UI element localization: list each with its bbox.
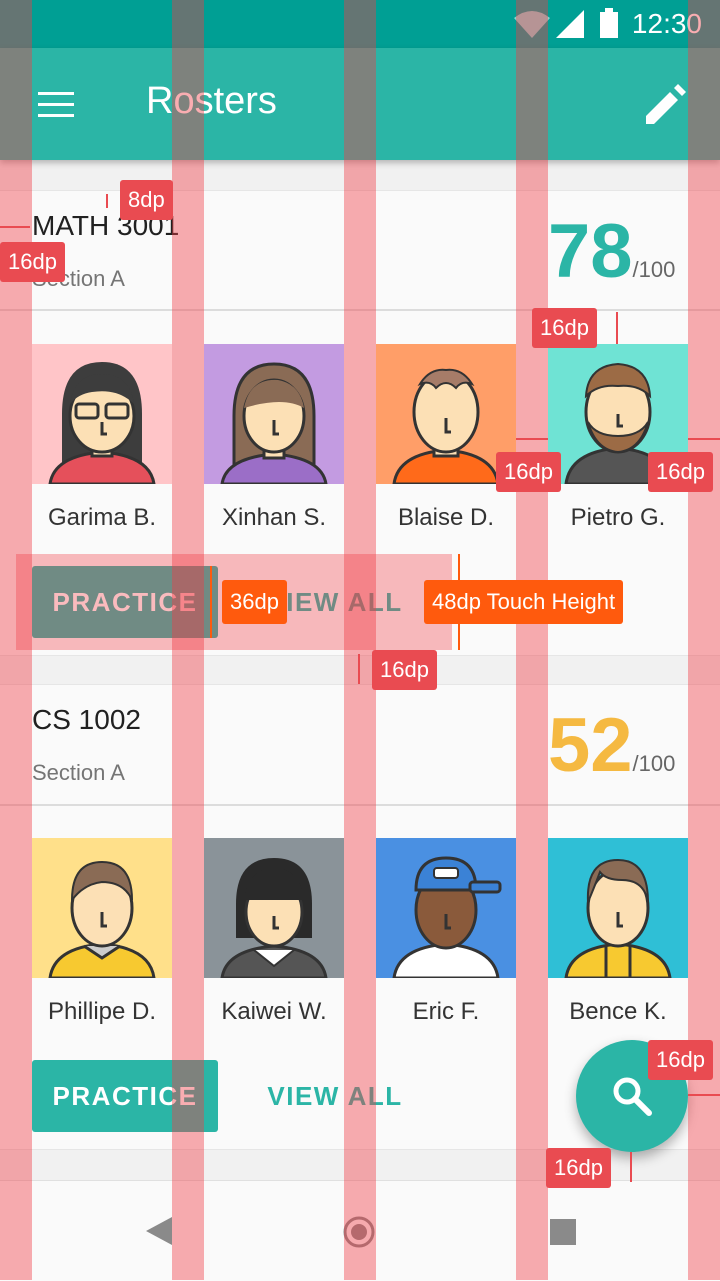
measure-line	[106, 194, 108, 208]
student-name: Kaiwei W.	[221, 998, 327, 1025]
measure-line	[688, 1094, 720, 1096]
avatar-man-icon	[48, 860, 156, 978]
avatar-cap-man-icon	[392, 856, 502, 978]
score-display: 52/100	[548, 702, 675, 789]
view-all-button[interactable]: VIEW ALL	[234, 1060, 436, 1132]
score-display: 78/100	[548, 208, 675, 295]
annotation-tag: 16dp	[648, 1040, 713, 1080]
measure-line	[516, 438, 548, 440]
student-avatar[interactable]	[204, 344, 344, 484]
pencil-icon[interactable]	[644, 84, 686, 126]
annotation-tag: 16dp	[496, 452, 561, 492]
student-name: Phillipe D.	[47, 998, 157, 1025]
student-avatar[interactable]	[376, 838, 516, 978]
measure-line	[358, 654, 360, 684]
keyline-column	[516, 0, 548, 1280]
student-avatar[interactable]	[204, 838, 344, 978]
measure-line	[630, 1152, 632, 1182]
annotation-tag: 16dp	[532, 308, 597, 348]
student-avatar[interactable]	[376, 344, 516, 484]
avatar-woman-icon	[220, 362, 328, 484]
battery-icon	[600, 8, 618, 38]
avatar-woman-bob-icon	[220, 858, 328, 978]
student-name: Bence K.	[569, 998, 667, 1025]
measure-line	[210, 566, 212, 638]
measure-line	[0, 226, 30, 228]
annotation-tag: 8dp	[120, 180, 173, 220]
annotation-tag: 16dp	[648, 452, 713, 492]
annotation-tag: 48dp Touch Height	[424, 580, 624, 624]
annotation-tag: 16dp	[372, 650, 437, 690]
course-section: Section A	[32, 760, 125, 785]
measure-line	[616, 312, 618, 344]
search-icon	[613, 1077, 652, 1116]
student-name: Pietro G.	[570, 504, 666, 531]
student-name: Xinhan S.	[221, 504, 327, 531]
student-avatar[interactable]	[32, 838, 172, 978]
score-out-of: /100	[632, 751, 676, 776]
page-title: Rosters	[146, 80, 277, 122]
student-name: Garima B.	[47, 504, 157, 531]
course-title: CS 1002	[32, 704, 141, 735]
annotation-tag: 16dp	[546, 1148, 611, 1188]
menu-icon[interactable]	[38, 92, 74, 118]
measure-line	[688, 438, 720, 440]
avatar-man-icon	[564, 858, 672, 978]
recents-icon[interactable]	[550, 1219, 576, 1245]
score-out-of: /100	[632, 257, 676, 282]
annotation-tag: 36dp	[222, 580, 287, 624]
score-value: 52	[548, 703, 633, 788]
student-avatar[interactable]	[32, 344, 172, 484]
score-value: 78	[548, 209, 633, 294]
keyline-column	[688, 0, 720, 1280]
student-avatar[interactable]	[548, 838, 688, 978]
back-icon[interactable]	[146, 1217, 172, 1245]
student-name: Blaise D.	[397, 504, 495, 531]
avatar-bald-man-icon	[392, 368, 500, 484]
annotation-tag: 16dp	[0, 242, 65, 282]
student-name: Eric F.	[412, 998, 480, 1025]
signal-icon	[556, 10, 584, 38]
avatar-woman-glasses-icon	[48, 362, 156, 484]
